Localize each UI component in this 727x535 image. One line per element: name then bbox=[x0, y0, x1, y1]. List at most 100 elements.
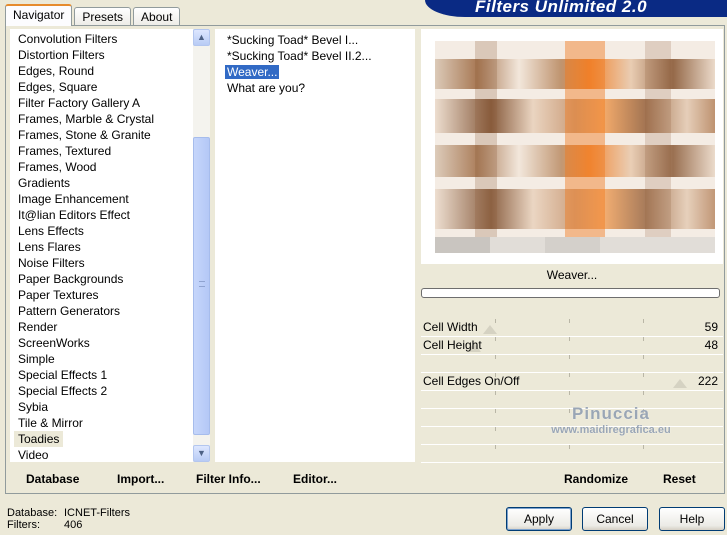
reset-button[interactable]: Reset bbox=[663, 472, 696, 486]
category-label: Lens Effects bbox=[18, 224, 84, 238]
list-item[interactable]: Gradients bbox=[14, 175, 192, 191]
list-item[interactable]: Toadies bbox=[14, 431, 192, 447]
slider-knob[interactable] bbox=[673, 379, 687, 388]
tab-strip: Navigator Presets About bbox=[5, 4, 182, 26]
editor-button[interactable]: Editor... bbox=[293, 472, 337, 486]
filter-info-button[interactable]: Filter Info... bbox=[196, 472, 261, 486]
param-value: 59 bbox=[704, 320, 718, 334]
category-list[interactable]: Convolution Filters Distortion Filters Edg… bbox=[10, 29, 192, 462]
list-item[interactable]: Video bbox=[14, 447, 192, 463]
list-item[interactable]: Filter Factory Gallery A bbox=[14, 95, 192, 111]
param-label: Cell Height bbox=[423, 338, 482, 352]
slider-tick bbox=[495, 427, 496, 431]
list-item[interactable]: Image Enhancement bbox=[14, 191, 192, 207]
slider-tick bbox=[643, 391, 644, 395]
category-label: Convolution Filters bbox=[18, 32, 118, 46]
category-scrollbar[interactable]: ▲ ▼ bbox=[193, 29, 210, 462]
progress-bar bbox=[421, 288, 720, 298]
list-item[interactable]: What are you? bbox=[225, 80, 415, 96]
scroll-down-icon[interactable]: ▼ bbox=[193, 445, 210, 462]
database-button[interactable]: Database bbox=[26, 472, 79, 486]
list-item[interactable]: Special Effects 2 bbox=[14, 383, 192, 399]
cancel-button[interactable]: Cancel bbox=[582, 507, 648, 531]
randomize-button[interactable]: Randomize bbox=[564, 472, 628, 486]
watermark: Pinuccia www.maidiregrafica.eu bbox=[546, 404, 676, 436]
watermark-url: www.maidiregrafica.eu bbox=[551, 424, 671, 436]
slider-tick bbox=[569, 391, 570, 395]
param-slider-row[interactable]: Cell Height 48 bbox=[421, 337, 723, 355]
param-slider-row[interactable] bbox=[421, 445, 723, 463]
category-label: Simple bbox=[18, 352, 55, 366]
preview-toolbar: Randomize Reset bbox=[421, 463, 723, 491]
preview-image bbox=[435, 41, 715, 253]
category-label: Paper Backgrounds bbox=[18, 272, 124, 286]
list-item[interactable]: ScreenWorks bbox=[14, 335, 192, 351]
list-item[interactable]: Convolution Filters bbox=[14, 31, 192, 47]
list-item[interactable]: Paper Textures bbox=[14, 287, 192, 303]
list-item[interactable]: *Sucking Toad* Bevel II.2... bbox=[225, 48, 415, 64]
list-item[interactable]: Frames, Textured bbox=[14, 143, 192, 159]
list-item[interactable]: Pattern Generators bbox=[14, 303, 192, 319]
slider-tick bbox=[643, 319, 644, 323]
category-label: Tile & Mirror bbox=[18, 416, 83, 430]
list-item[interactable]: Noise Filters bbox=[14, 255, 192, 271]
category-label: Filter Factory Gallery A bbox=[18, 96, 141, 110]
slider-tick bbox=[569, 373, 570, 377]
list-item[interactable]: Distortion Filters bbox=[14, 47, 192, 63]
list-item[interactable]: Edges, Round bbox=[14, 63, 192, 79]
grip-icon bbox=[199, 281, 205, 287]
tab-navigator[interactable]: Navigator bbox=[5, 4, 73, 26]
slider-tick bbox=[495, 355, 496, 359]
category-label: Toadies bbox=[14, 431, 64, 447]
slider-tick bbox=[643, 355, 644, 359]
list-item[interactable]: Lens Effects bbox=[14, 223, 192, 239]
list-item[interactable]: Tile & Mirror bbox=[14, 415, 192, 431]
database-label: Database: bbox=[7, 507, 58, 519]
param-label: Cell Width bbox=[423, 320, 478, 334]
category-label: Distortion Filters bbox=[18, 48, 105, 62]
category-label: Frames, Marble & Crystal bbox=[18, 112, 155, 126]
scroll-up-icon[interactable]: ▲ bbox=[193, 29, 210, 46]
filters-count: 406 bbox=[64, 519, 83, 531]
slider-tick bbox=[643, 445, 644, 449]
apply-button[interactable]: Apply bbox=[506, 507, 572, 531]
list-item[interactable]: Paper Backgrounds bbox=[14, 271, 192, 287]
tab-about[interactable]: About bbox=[133, 7, 181, 26]
list-item[interactable]: Frames, Stone & Granite bbox=[14, 127, 192, 143]
category-label: Pattern Generators bbox=[18, 304, 121, 318]
list-item[interactable]: *Sucking Toad* Bevel I... bbox=[225, 32, 415, 48]
list-item[interactable]: Frames, Wood bbox=[14, 159, 192, 175]
slider-tick bbox=[569, 445, 570, 449]
help-button[interactable]: Help bbox=[659, 507, 725, 531]
list-item[interactable]: It@lian Editors Effect bbox=[14, 207, 192, 223]
param-slider-row[interactable]: Cell Width 59 bbox=[421, 319, 723, 337]
category-list-panel: Convolution Filters Distortion Filters Edg… bbox=[10, 29, 210, 462]
list-item[interactable]: Frames, Marble & Crystal bbox=[14, 111, 192, 127]
scrollbar-thumb[interactable] bbox=[193, 137, 210, 435]
slider-tick bbox=[495, 391, 496, 395]
list-item[interactable]: Special Effects 1 bbox=[14, 367, 192, 383]
filters-label: Filters: bbox=[7, 519, 40, 531]
list-item[interactable]: Lens Flares bbox=[14, 239, 192, 255]
param-value: 48 bbox=[704, 338, 718, 352]
category-label: Video bbox=[18, 448, 49, 462]
list-item[interactable]: Simple bbox=[14, 351, 192, 367]
tab-presets[interactable]: Presets bbox=[74, 7, 132, 26]
slider-tick bbox=[495, 445, 496, 449]
param-slider-row[interactable] bbox=[421, 355, 723, 373]
import-button[interactable]: Import... bbox=[117, 472, 164, 486]
slider-knob[interactable] bbox=[483, 325, 497, 334]
filter-label: Weaver... bbox=[225, 65, 280, 79]
list-item[interactable]: Edges, Square bbox=[14, 79, 192, 95]
list-item[interactable]: Weaver... bbox=[225, 64, 415, 80]
category-label: Noise Filters bbox=[18, 256, 85, 270]
slider-tick bbox=[495, 319, 496, 323]
list-item[interactable]: Render bbox=[14, 319, 192, 335]
category-label: Frames, Wood bbox=[18, 160, 97, 174]
param-slider-row[interactable]: Cell Edges On/Off 222 bbox=[421, 373, 723, 391]
filter-list[interactable]: *Sucking Toad* Bevel I... *Sucking Toad* … bbox=[215, 29, 415, 462]
watermark-name: Pinuccia bbox=[572, 404, 650, 423]
category-label: Special Effects 2 bbox=[18, 384, 108, 398]
category-label: Sybia bbox=[18, 400, 49, 414]
list-item[interactable]: Sybia bbox=[14, 399, 192, 415]
